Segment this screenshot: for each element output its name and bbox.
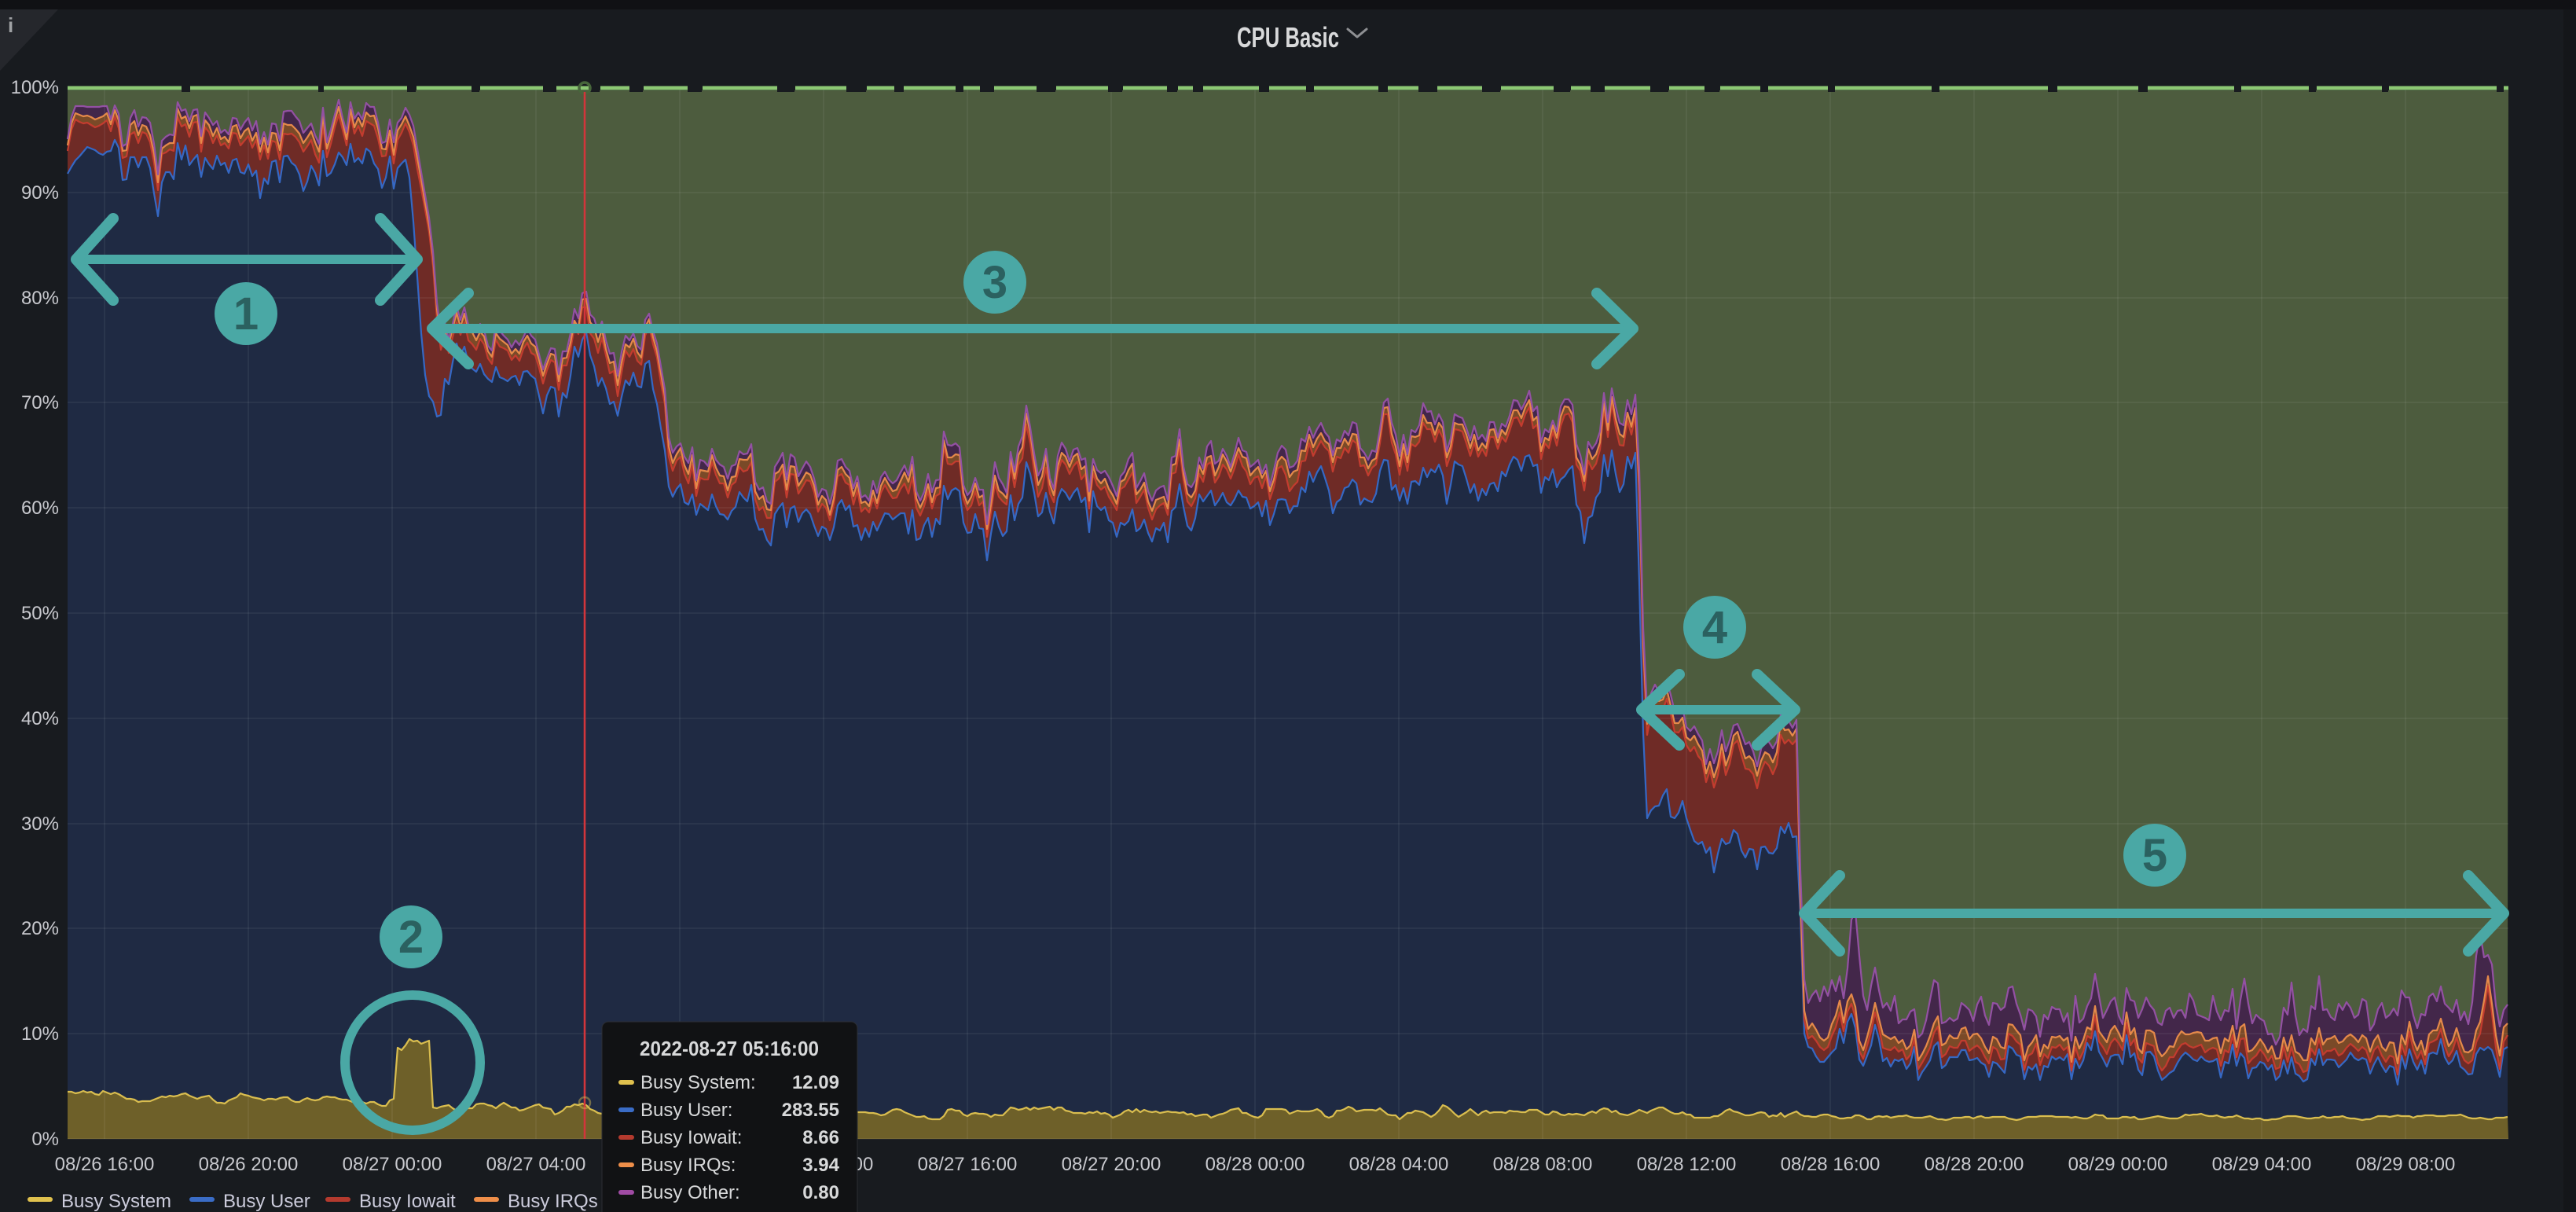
svg-text:08/29 04:00: 08/29 04:00 bbox=[2212, 1154, 2312, 1175]
svg-text:Busy User: Busy User bbox=[223, 1191, 310, 1212]
svg-text:08/28 16:00: 08/28 16:00 bbox=[1781, 1154, 1881, 1175]
svg-text:3.94: 3.94 bbox=[802, 1155, 839, 1176]
svg-text:Busy IRQs:: Busy IRQs: bbox=[640, 1155, 736, 1176]
svg-text:08/29 00:00: 08/29 00:00 bbox=[2068, 1154, 2168, 1175]
svg-text:10%: 10% bbox=[21, 1023, 59, 1045]
svg-text:3: 3 bbox=[982, 257, 1007, 308]
svg-text:08/27 20:00: 08/27 20:00 bbox=[1062, 1154, 1161, 1175]
svg-text:i: i bbox=[8, 13, 13, 37]
svg-text:5: 5 bbox=[2142, 830, 2167, 881]
svg-text:30%: 30% bbox=[21, 814, 59, 835]
svg-text:08/28 08:00: 08/28 08:00 bbox=[1493, 1154, 1593, 1175]
svg-text:0%: 0% bbox=[31, 1129, 59, 1150]
svg-text:4: 4 bbox=[1702, 602, 1727, 653]
svg-text:60%: 60% bbox=[21, 498, 59, 519]
svg-text:Busy IRQs: Busy IRQs bbox=[508, 1191, 598, 1212]
svg-text:2: 2 bbox=[398, 912, 424, 963]
svg-text:Busy Iowait:: Busy Iowait: bbox=[640, 1127, 742, 1148]
svg-text:50%: 50% bbox=[21, 603, 59, 624]
svg-text:08/28 12:00: 08/28 12:00 bbox=[1637, 1154, 1737, 1175]
svg-text:08/27 16:00: 08/27 16:00 bbox=[918, 1154, 1018, 1175]
svg-text:08/28 04:00: 08/28 04:00 bbox=[1349, 1154, 1449, 1175]
svg-text:40%: 40% bbox=[21, 708, 59, 729]
svg-text:1: 1 bbox=[233, 288, 259, 340]
svg-text:CPU Basic: CPU Basic bbox=[1237, 21, 1339, 53]
svg-text:Busy Iowait: Busy Iowait bbox=[359, 1191, 456, 1212]
svg-text:100%: 100% bbox=[11, 77, 59, 98]
svg-text:8.66: 8.66 bbox=[802, 1127, 839, 1148]
svg-text:12.09: 12.09 bbox=[792, 1072, 839, 1093]
svg-text:2022-08-27 05:16:00: 2022-08-27 05:16:00 bbox=[640, 1037, 819, 1060]
svg-text:08/28 00:00: 08/28 00:00 bbox=[1205, 1154, 1305, 1175]
svg-text:08/26 20:00: 08/26 20:00 bbox=[199, 1154, 299, 1175]
svg-text:70%: 70% bbox=[21, 392, 59, 413]
svg-text:90%: 90% bbox=[21, 182, 59, 204]
svg-text:Busy System:: Busy System: bbox=[640, 1072, 756, 1093]
svg-text:08/28 20:00: 08/28 20:00 bbox=[1925, 1154, 2024, 1175]
svg-text:08/27 04:00: 08/27 04:00 bbox=[486, 1154, 586, 1175]
svg-text:80%: 80% bbox=[21, 288, 59, 309]
svg-text:20%: 20% bbox=[21, 918, 59, 939]
svg-text:283.55: 283.55 bbox=[782, 1100, 839, 1121]
svg-text:Busy User:: Busy User: bbox=[640, 1100, 732, 1121]
svg-text:08/26 16:00: 08/26 16:00 bbox=[55, 1154, 155, 1175]
svg-text:0.80: 0.80 bbox=[802, 1182, 839, 1203]
svg-text:08/27 00:00: 08/27 00:00 bbox=[343, 1154, 442, 1175]
svg-text:Busy Other:: Busy Other: bbox=[640, 1182, 740, 1203]
svg-text:08/29 08:00: 08/29 08:00 bbox=[2356, 1154, 2456, 1175]
svg-text:Busy System: Busy System bbox=[61, 1191, 171, 1212]
